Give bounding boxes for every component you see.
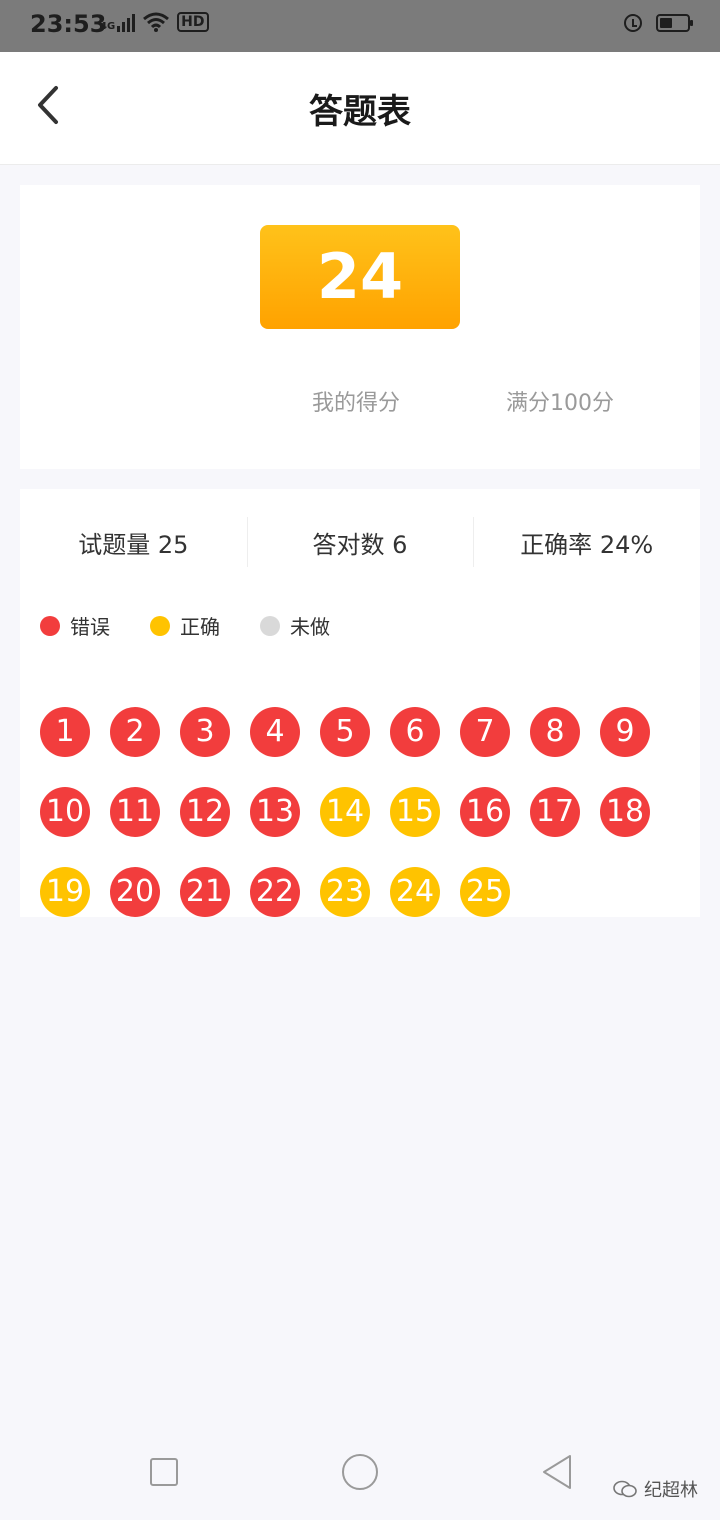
question-2-button[interactable]: 2 [110, 707, 160, 757]
battery-icon [656, 14, 693, 32]
wifi-icon [143, 12, 170, 32]
stat-rate: 正确率 24% [473, 505, 700, 585]
signal-icon: 4G [100, 14, 136, 32]
question-13-button[interactable]: 13 [250, 787, 300, 837]
question-1-button[interactable]: 1 [40, 707, 90, 757]
stats-row: 试题量 25 答对数 6 正确率 24% [20, 505, 700, 585]
status-time: 23:53 [30, 10, 107, 38]
hd-icon: HD [177, 12, 209, 32]
question-12-button[interactable]: 12 [180, 787, 230, 837]
app-header: 答题表 [0, 52, 720, 165]
question-22-button[interactable]: 22 [250, 867, 300, 917]
status-bar: 23:53 4G HD [0, 0, 720, 52]
legend-dot-wrong [40, 615, 60, 636]
home-button[interactable] [342, 1454, 378, 1490]
score-value: 24 [260, 225, 460, 329]
question-18-button[interactable]: 18 [600, 787, 650, 837]
legend-label-undone: 未做 [290, 615, 330, 639]
watermark-text: 纪超林 [644, 1480, 698, 1501]
my-score-label: 我的得分 [312, 391, 401, 416]
legend-undone: 未做 [260, 611, 330, 640]
wechat-icon [613, 1480, 637, 1498]
question-6-button[interactable]: 6 [390, 707, 440, 757]
question-11-button[interactable]: 11 [110, 787, 160, 837]
stat-correct: 答对数 6 [246, 505, 474, 585]
question-10-button[interactable]: 10 [40, 787, 90, 837]
watermark: 纪超林 [612, 1476, 698, 1502]
legend-correct: 正确 [150, 611, 220, 640]
question-5-button[interactable]: 5 [320, 707, 370, 757]
status-icons: 4G HD [100, 12, 209, 32]
system-nav-bar: 纪超林 [0, 1420, 720, 1520]
question-19-button[interactable]: 19 [40, 867, 90, 917]
full-score-label: 满分100分 [506, 391, 614, 416]
legend-dot-undone [260, 615, 280, 636]
legend-label-wrong: 错误 [70, 615, 110, 639]
question-3-button[interactable]: 3 [180, 707, 230, 757]
legend-wrong: 错误 [40, 611, 110, 640]
question-17-button[interactable]: 17 [530, 787, 580, 837]
question-24-button[interactable]: 24 [390, 867, 440, 917]
network-type: 4G [100, 21, 116, 32]
legend-dot-correct [150, 615, 170, 636]
question-7-button[interactable]: 7 [460, 707, 510, 757]
stat-total: 试题量 25 [78, 531, 189, 559]
question-15-button[interactable]: 15 [390, 787, 440, 837]
question-25-button[interactable]: 25 [460, 867, 510, 917]
question-4-button[interactable]: 4 [250, 707, 300, 757]
legend-label-correct: 正确 [180, 615, 220, 639]
alarm-icon [624, 14, 642, 32]
question-8-button[interactable]: 8 [530, 707, 580, 757]
question-9-button[interactable]: 9 [600, 707, 650, 757]
question-16-button[interactable]: 16 [460, 787, 510, 837]
recent-apps-button[interactable] [150, 1458, 178, 1486]
question-14-button[interactable]: 14 [320, 787, 370, 837]
back-nav-button[interactable] [540, 1454, 574, 1490]
score-card: 24 我的得分 满分100分 [20, 185, 700, 469]
question-21-button[interactable]: 21 [180, 867, 230, 917]
legend: 错误 正确 未做 [40, 611, 330, 640]
page-title: 答题表 [309, 92, 411, 132]
question-23-button[interactable]: 23 [320, 867, 370, 917]
question-20-button[interactable]: 20 [110, 867, 160, 917]
answer-sheet-card: 试题量 25 答对数 6 正确率 24% 错误 正确 未做 1234567891… [20, 489, 700, 917]
